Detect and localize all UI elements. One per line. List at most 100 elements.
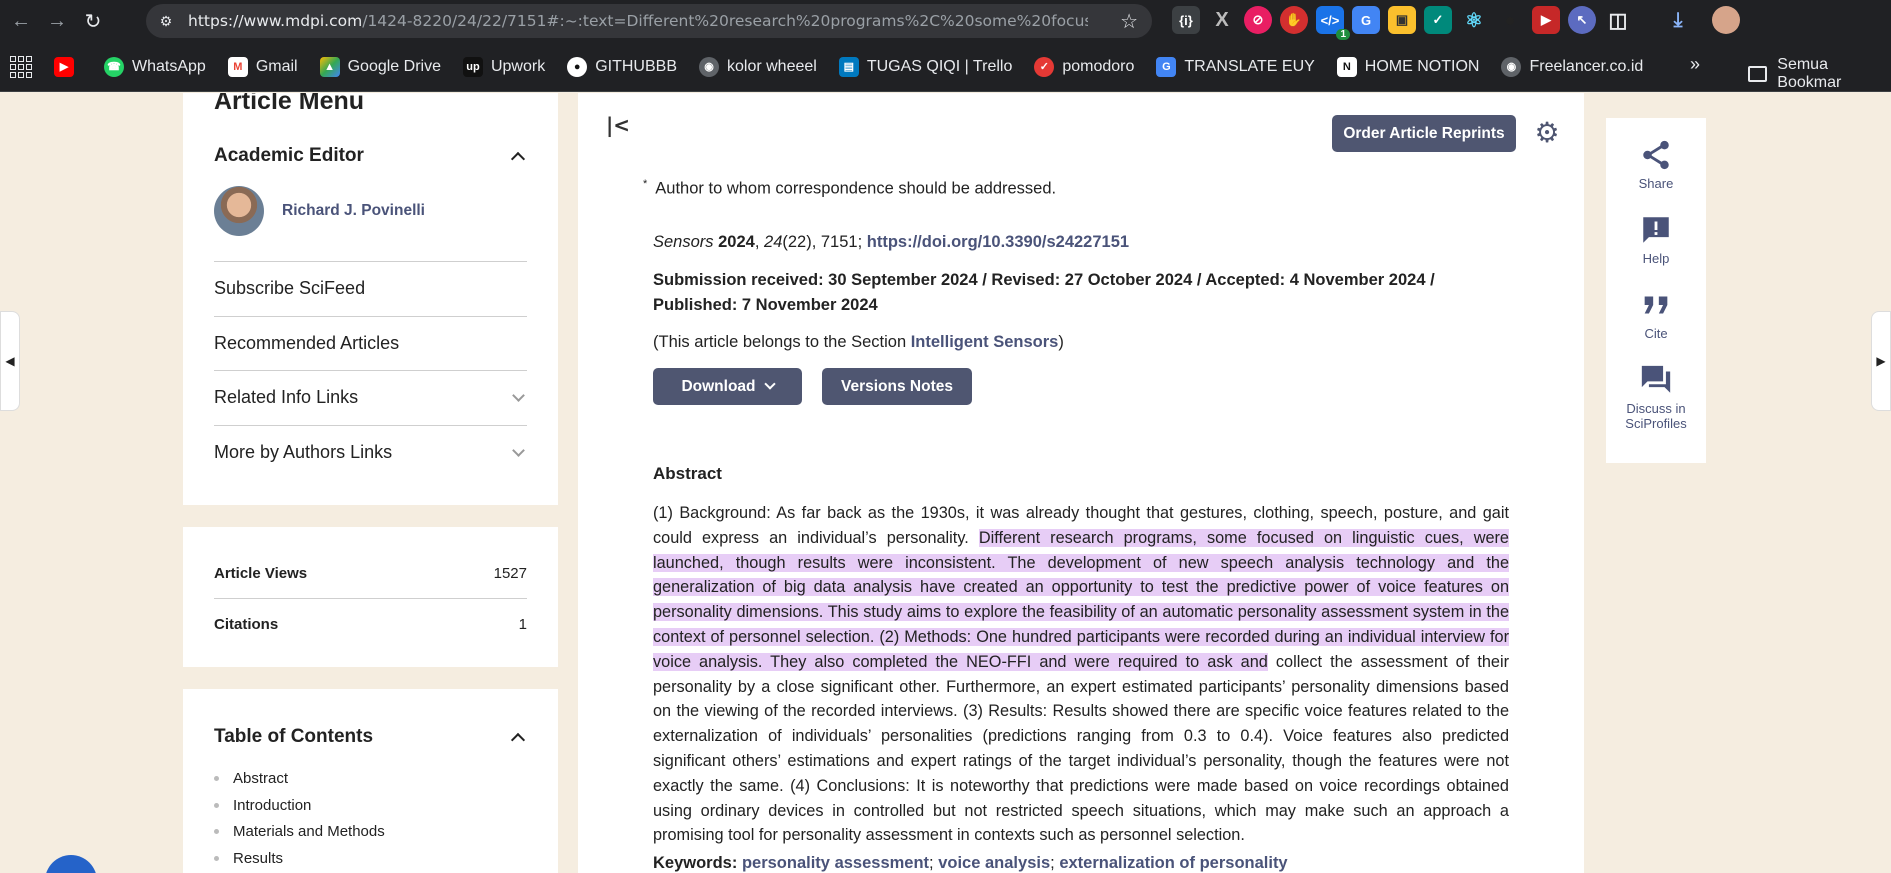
toc-list: Abstract Introduction Materials and Meth… [214,765,385,872]
highlighted-text: Different research programs, some focuse… [653,528,1509,671]
extension-json-icon[interactable]: {i} [1172,6,1200,34]
menu-item-related-info-links[interactable]: Related Info Links [214,370,527,425]
bookmark-kolor-wheeel[interactable]: ◉ kolor wheeel [699,56,817,77]
video-extension-icon[interactable]: ▶ [1532,6,1560,34]
react-devtools-icon[interactable]: ⚛ [1460,6,1488,34]
toc-item-abstract[interactable]: Abstract [214,765,385,792]
download-button[interactable]: Download [653,368,802,405]
academic-editor-toggle[interactable]: Academic Editor [214,145,527,167]
discuss-icon [1641,365,1671,393]
prev-article-arrow-icon[interactable]: ◀ [0,311,20,411]
translate-icon: G [1156,56,1177,77]
year: 2024 [718,233,755,251]
academic-editor-heading: Academic Editor [214,145,364,166]
bookmark-trello[interactable]: ▤ TUGAS QIQI | Trello [838,56,1012,77]
academic-editor[interactable]: Richard J. Povinelli [214,186,425,236]
translate-extension-icon[interactable]: G [1352,6,1380,34]
bookmark-github[interactable]: ● GITHUBBB [567,56,677,77]
bookmark-whatsapp[interactable]: ☎ WhatsApp [104,56,206,77]
bookmark-upwork[interactable]: up Upwork [462,56,545,77]
address-bar[interactable]: ⚙ https://www.mdpi.com/1424-8220/24/22/7… [146,4,1152,38]
section-membership: (This article belongs to the Section Int… [653,333,1064,351]
issue-article: (22), 7151; [782,233,867,251]
back-icon[interactable]: ← [6,6,36,36]
toc-item-introduction[interactable]: Introduction [214,792,385,819]
code-extension-icon[interactable]: </> 1 [1316,6,1350,40]
stat-value: 1527 [493,565,527,582]
toc-item-results[interactable]: Results [214,845,385,872]
cursor-extension-icon[interactable]: ↖ [1568,6,1596,34]
profile-avatar[interactable] [1712,6,1740,34]
image-extension-icon[interactable]: ▣ [1388,6,1416,34]
site-info-icon[interactable]: ⚙ [152,7,180,35]
globe-icon: ◉ [699,56,719,77]
chevron-up-icon [510,151,526,167]
publication-dates: Submission received: 30 September 2024 /… [653,268,1509,318]
upwork-icon: up [462,56,483,77]
volume: 24 [764,233,783,251]
doi-link[interactable]: https://doi.org/10.3390/s24227151 [867,233,1129,251]
reload-icon[interactable]: ↻ [78,6,108,36]
collapse-sidebar-icon[interactable]: |< [606,113,630,137]
chevron-down-icon [512,389,525,403]
stat-citations[interactable]: Citations 1 [214,616,527,633]
keyword-link[interactable]: externalization of personality [1059,854,1287,872]
bookmark-gmail[interactable]: M Gmail [227,56,298,77]
editor-name: Richard J. Povinelli [282,202,425,219]
forward-icon[interactable]: → [42,6,72,36]
hand-extension-icon[interactable]: ✋ [1280,6,1308,34]
discuss-sciprofiles-button[interactable]: Discuss in SciProfiles [1606,363,1706,431]
settings-gear-icon[interactable]: ⚙ [1530,115,1564,149]
bookmarks-overflow-icon[interactable]: » [1690,54,1700,75]
bookmark-pomodoro[interactable]: ✓ pomodoro [1034,56,1134,77]
bookmark-notion[interactable]: N HOME NOTION [1336,56,1479,77]
table-of-contents-card: Table of Contents Abstract Introduction … [183,689,558,873]
right-action-menu: Share Help Cite Discuss in SciProfiles [1606,118,1706,463]
gmail-icon: M [227,56,248,77]
browser-toolbar: ← → ↻ ⚙ https://www.mdpi.com/1424-8220/2… [0,0,1891,42]
apps-icon[interactable] [10,55,32,78]
toc-item-materials-and-methods[interactable]: Materials and Methods [214,818,385,845]
bookmark-star-icon[interactable]: ☆ [1120,9,1138,34]
block-extension-icon[interactable]: ⊘ [1244,6,1272,34]
drop-extension-icon[interactable]: ● [1496,6,1524,34]
section-link[interactable]: Intelligent Sensors [911,333,1059,351]
menu-item-more-by-authors-links[interactable]: More by Authors Links [214,424,527,480]
keywords-label: Keywords: [653,854,738,872]
journal-name: Sensors [653,233,714,251]
shield-extension-icon[interactable]: ✓ [1424,6,1452,34]
bookmark-youtube[interactable]: ▶ [54,56,82,77]
toc-toggle[interactable]: Table of Contents [214,726,527,748]
stat-value: 1 [518,616,527,633]
url-text[interactable]: https://www.mdpi.com/1424-8220/24/22/715… [188,12,1088,30]
dates-line-1: Submission received: 30 September 2024 /… [653,271,1435,289]
bookmark-freelancer[interactable]: ◉ Freelancer.co.id [1501,56,1643,77]
menu-item-subscribe-scifeed[interactable]: Subscribe SciFeed [214,261,527,316]
share-button[interactable]: Share [1606,138,1706,191]
cite-button[interactable]: Cite [1606,288,1706,341]
chevron-down-icon [512,443,525,457]
chevron-down-icon [763,378,776,390]
stat-article-views: Article Views 1527 [214,565,527,582]
menu-item-recommended-articles[interactable]: Recommended Articles [214,315,527,371]
share-icon [1643,140,1669,170]
versions-notes-button[interactable]: Versions Notes [822,368,972,405]
all-bookmarks-folder[interactable]: Semua Bookmar [1748,56,1891,92]
bookmark-translate[interactable]: G TRANSLATE EUY [1156,56,1315,77]
keyword-link[interactable]: voice analysis [938,854,1050,872]
order-reprints-button[interactable]: Order Article Reprints [1332,115,1516,152]
puzzle-icon[interactable]: ◫ [1604,6,1632,34]
dates-line-2: Published: 7 November 2024 [653,296,878,314]
bookmark-google-drive[interactable]: ▲ Google Drive [319,56,441,77]
citation-line: Sensors 2024, 24(22), 7151; https://doi.… [653,233,1130,251]
asterisk-mark: * [643,178,648,190]
keyword-link[interactable]: personality assessment [742,854,929,872]
pomodoro-icon: ✓ [1034,56,1055,77]
x-icon[interactable]: X [1208,6,1236,34]
page-content: ◀ ▶ Article Menu Academic Editor Richard… [0,93,1891,873]
divider [214,598,527,599]
next-article-arrow-icon[interactable]: ▶ [1871,311,1891,411]
download-icon[interactable]: ⤓ [1664,6,1692,34]
floating-action-button[interactable] [45,855,97,873]
help-button[interactable]: Help [1606,213,1706,266]
